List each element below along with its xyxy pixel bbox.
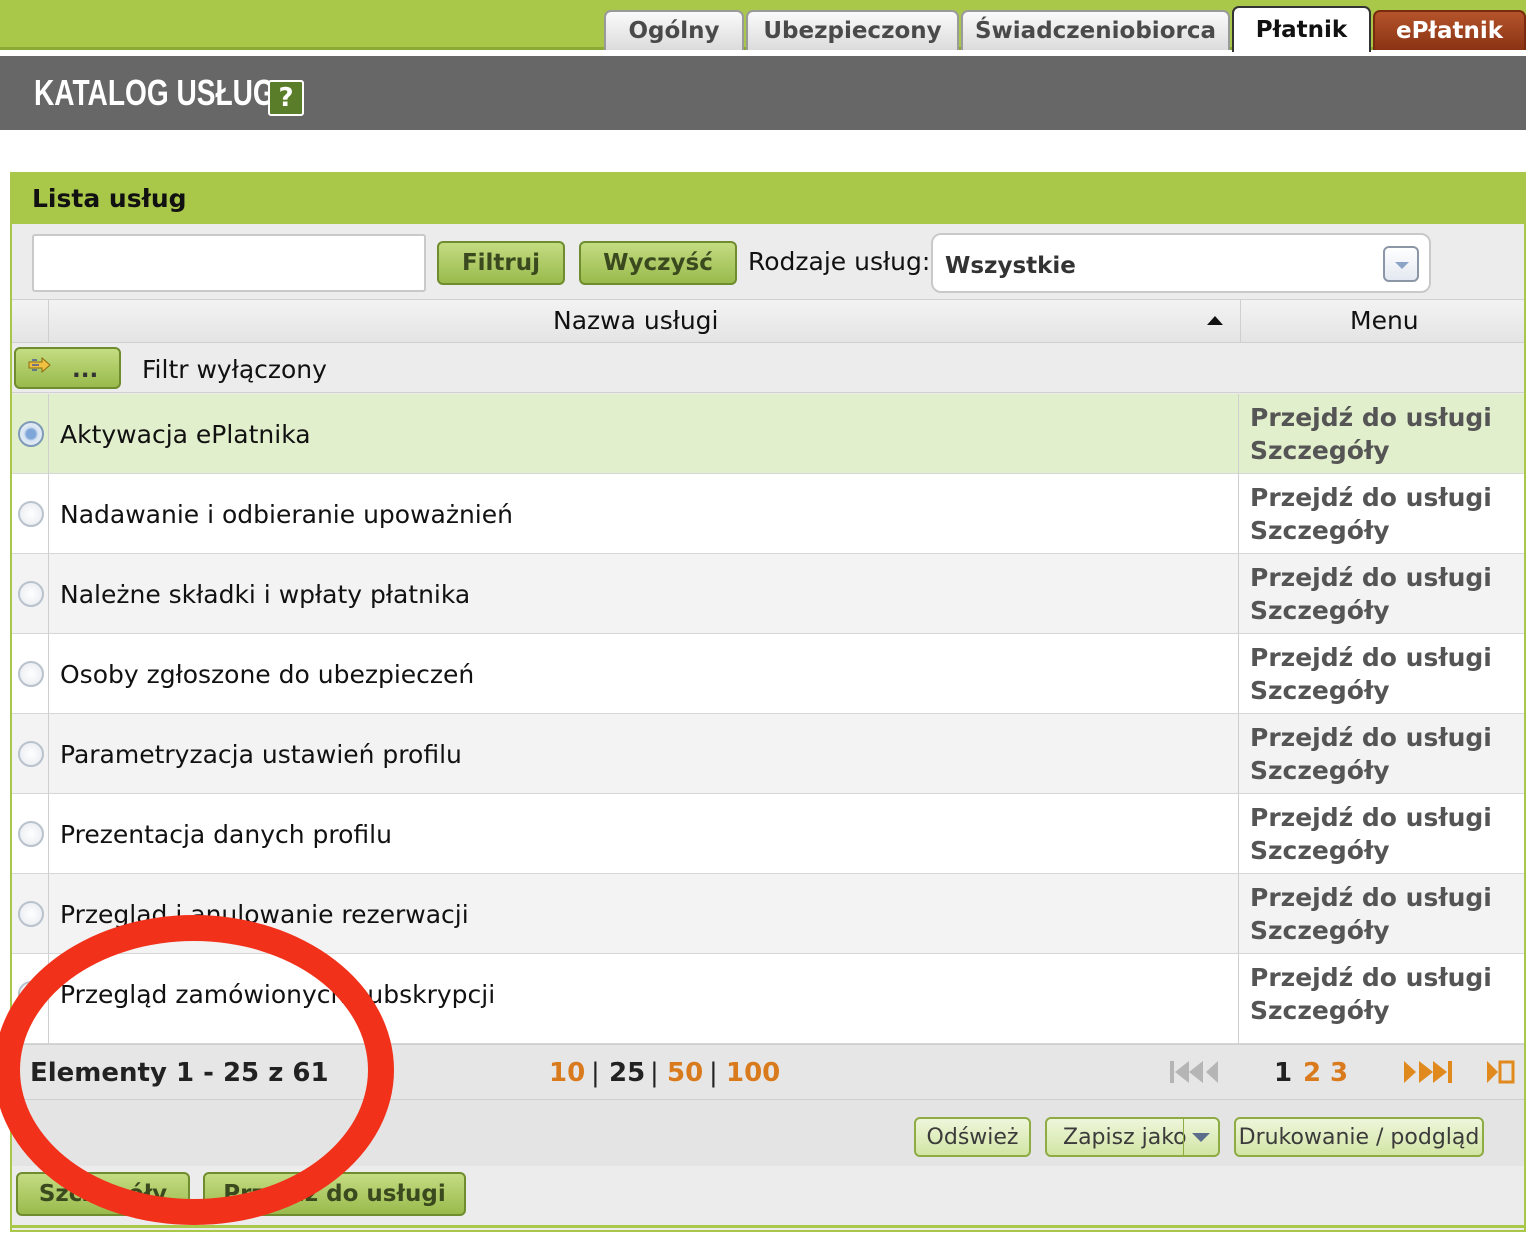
page-size-separator: | xyxy=(591,1058,600,1088)
panel-title: Lista usług xyxy=(32,184,187,213)
sort-ascending-icon[interactable] xyxy=(1207,316,1223,325)
page-3[interactable]: 3 xyxy=(1330,1058,1348,1088)
row-radio[interactable] xyxy=(18,981,44,1007)
column-header-menu: Menu xyxy=(1350,306,1419,335)
goto-service-link[interactable]: Przejdź do usługi xyxy=(1250,723,1492,752)
service-name: Należne składki i wpłaty płatnika xyxy=(60,580,471,609)
table-row[interactable]: Należne składki i wpłaty płatnika Przejd… xyxy=(12,554,1524,634)
service-name: Osoby zgłoszone do ubezpieczeń xyxy=(60,660,475,689)
filter-arrows-icon xyxy=(28,357,51,373)
table-row[interactable]: Nadawanie i odbieranie upoważnień Przejd… xyxy=(12,474,1524,554)
column-divider xyxy=(48,394,49,1044)
row-radio[interactable] xyxy=(18,581,44,607)
table-row[interactable]: Prezentacja danych profilu Przejdź do us… xyxy=(12,794,1524,874)
row-radio[interactable] xyxy=(18,421,44,447)
service-name: Parametryzacja ustawień profilu xyxy=(60,740,462,769)
table-row[interactable]: Osoby zgłoszone do ubezpieczeń Przejdź d… xyxy=(12,634,1524,714)
details-link[interactable]: Szczegóły xyxy=(1250,756,1390,785)
service-name: Nadawanie i odbieranie upoważnień xyxy=(60,500,513,529)
service-name: Aktywacja ePlatnika xyxy=(60,420,311,449)
page-size-separator: | xyxy=(650,1058,659,1088)
tab-ogolny[interactable]: Ogólny xyxy=(604,10,744,50)
column-divider xyxy=(1240,299,1241,343)
service-type-value: Wszystkie xyxy=(945,253,1076,279)
save-as-label: Zapisz jako xyxy=(1063,1124,1187,1150)
details-button[interactable]: Szczegóły xyxy=(16,1172,190,1216)
print-preview-button[interactable]: Drukowanie / podgląd xyxy=(1234,1117,1484,1157)
page-size-10[interactable]: 10 xyxy=(549,1058,585,1088)
last-page-icon[interactable] xyxy=(1402,1060,1454,1084)
column-filter-button[interactable]: ... xyxy=(14,347,121,389)
row-radio[interactable] xyxy=(18,901,44,927)
goto-service-link[interactable]: Przejdź do usługi xyxy=(1250,963,1492,992)
details-link[interactable]: Szczegóły xyxy=(1250,836,1390,865)
page-header: KATALOG USŁUG xyxy=(0,56,1526,130)
chevron-down-icon[interactable] xyxy=(1383,246,1419,282)
first-page-icon xyxy=(1170,1061,1218,1083)
details-link[interactable]: Szczegóły xyxy=(1250,516,1390,545)
row-radio[interactable] xyxy=(18,661,44,687)
column-filter-label: ... xyxy=(72,357,99,383)
goto-service-link[interactable]: Przejdź do usługi xyxy=(1250,403,1492,432)
tab-swiadczeniobiorca[interactable]: Świadczeniobiorca xyxy=(961,10,1230,50)
column-header-name[interactable]: Nazwa usługi xyxy=(553,306,719,335)
table-header xyxy=(12,299,1524,343)
page-size-25[interactable]: 25 xyxy=(609,1058,645,1088)
page-2[interactable]: 2 xyxy=(1303,1058,1321,1088)
panel-header: Lista usług xyxy=(10,172,1526,224)
details-link[interactable]: Szczegóły xyxy=(1250,996,1390,1025)
save-as-button[interactable]: Zapisz jako xyxy=(1045,1117,1220,1157)
chevron-down-icon[interactable] xyxy=(1192,1133,1210,1142)
service-type-select[interactable]: Wszystkie xyxy=(931,233,1431,293)
table-row[interactable]: Przegląd zamówionych subskrypcji Przejdź… xyxy=(12,954,1524,1044)
details-link[interactable]: Szczegóły xyxy=(1250,916,1390,945)
goto-service-link[interactable]: Przejdź do usługi xyxy=(1250,483,1492,512)
service-type-label: Rodzaje usług: xyxy=(748,247,931,276)
page-size-50[interactable]: 50 xyxy=(667,1058,703,1088)
page-1[interactable]: 1 xyxy=(1274,1058,1292,1088)
pager-info: Elementy 1 - 25 z 61 xyxy=(30,1058,329,1088)
details-link[interactable]: Szczegóły xyxy=(1250,436,1390,465)
filter-input[interactable] xyxy=(32,234,426,292)
row-radio[interactable] xyxy=(18,501,44,527)
save-as-separator xyxy=(1183,1119,1184,1155)
service-name: Przegląd i anulowanie rezerwacji xyxy=(60,900,469,929)
column-divider xyxy=(1238,394,1239,1044)
page-title: KATALOG USŁUG xyxy=(34,72,275,113)
filter-status: Filtr wyłączony xyxy=(142,355,327,384)
page-jump-icon[interactable] xyxy=(1486,1060,1516,1084)
page-size-100[interactable]: 100 xyxy=(726,1058,780,1088)
page-size-separator: | xyxy=(709,1058,718,1088)
help-icon[interactable]: ? xyxy=(268,80,304,116)
goto-service-link[interactable]: Przejdź do usługi xyxy=(1250,883,1492,912)
service-name: Prezentacja danych profilu xyxy=(60,820,392,849)
tab-platnik[interactable]: Płatnik xyxy=(1232,6,1371,52)
goto-service-button[interactable]: Przejdź do usługi xyxy=(203,1172,466,1216)
tab-ubezpieczony[interactable]: Ubezpieczony xyxy=(746,10,959,50)
service-name: Przegląd zamówionych subskrypcji xyxy=(60,980,496,1009)
table-row[interactable]: Przegląd i anulowanie rezerwacji Przejdź… xyxy=(12,874,1524,954)
row-radio[interactable] xyxy=(18,741,44,767)
table-row[interactable]: Aktywacja ePlatnika Przejdź do usługi Sz… xyxy=(12,394,1524,474)
filter-button[interactable]: Filtruj xyxy=(437,241,565,285)
goto-service-link[interactable]: Przejdź do usługi xyxy=(1250,803,1492,832)
details-link[interactable]: Szczegóły xyxy=(1250,596,1390,625)
details-link[interactable]: Szczegóły xyxy=(1250,676,1390,705)
page: Ogólny Ubezpieczony Świadczeniobiorca Pł… xyxy=(0,0,1526,1252)
tab-eplatnik[interactable]: ePłatnik xyxy=(1373,10,1526,50)
goto-service-link[interactable]: Przejdź do usługi xyxy=(1250,563,1492,592)
row-radio[interactable] xyxy=(18,821,44,847)
goto-service-link[interactable]: Przejdź do usługi xyxy=(1250,643,1492,672)
clear-button[interactable]: Wyczyść xyxy=(579,241,737,285)
table-row[interactable]: Parametryzacja ustawień profilu Przejdź … xyxy=(12,714,1524,794)
column-divider xyxy=(48,299,49,343)
refresh-button[interactable]: Odśwież xyxy=(914,1117,1031,1157)
